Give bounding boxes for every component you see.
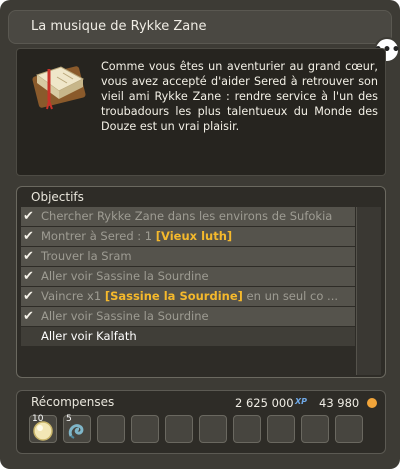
item-link[interactable]: [Vieux luth] [156,229,232,243]
reward-slot-empty[interactable] [131,415,159,443]
check-icon: ✔ [23,269,34,284]
quest-description-text: Comme vous êtes un aventurier au grand c… [101,60,378,133]
reward-slot[interactable]: 10 [29,414,57,443]
check-icon: ✔ [23,229,34,244]
objective-row[interactable]: ✔ Aller voir Sassine la Sourdine [21,267,355,286]
objectives-box: Objectifs ✔ Chercher Rykke Zane dans les… [16,186,386,378]
check-icon: ✔ [23,309,34,324]
check-icon: ✔ [23,249,34,264]
reward-slot-empty[interactable] [301,415,329,443]
title-bar: La musique de Rykke Zane [8,10,392,44]
reward-slot-empty[interactable] [233,415,261,443]
reward-slot-empty[interactable] [199,415,227,443]
reward-slot-empty[interactable] [97,415,125,443]
objectives-label: Objectifs [31,190,84,204]
reward-slot[interactable]: 5 [63,414,91,443]
reward-slot-empty[interactable] [165,415,193,443]
rewards-box: Récompenses 2 625 000 XP 43 980 10 5 [16,390,386,454]
objective-row[interactable]: ✔ Chercher Rykke Zane dans les environs … [21,207,355,226]
objective-row-current[interactable]: Aller voir Kalfath [21,327,355,346]
monster-link[interactable]: [Sassine la Sourdine] [105,289,243,303]
objective-row[interactable]: ✔ Vaincre x1 [Sassine la Sourdine] en un… [21,287,355,306]
quest-description-box: Comme vous êtes un aventurier au grand c… [16,48,386,176]
xp-icon: XP [295,397,308,406]
xp-value: 2 625 000 [235,396,294,410]
rewards-label: Récompenses [31,395,115,409]
reward-slot-empty[interactable] [267,415,295,443]
objectives-scrollbar[interactable] [356,207,381,375]
check-icon: ✔ [23,209,34,224]
quest-title: La musique de Rykke Zane [31,19,207,34]
objective-row[interactable]: ✔ Montrer à Sered : 1 [Vieux luth] [21,227,355,246]
kamas-value: 43 980 [319,396,360,410]
check-icon: ✔ [23,289,34,304]
reward-slot-empty[interactable] [335,415,363,443]
objective-row[interactable]: ✔ Aller voir Sassine la Sourdine [21,307,355,326]
kamas-icon [367,398,377,408]
objectives-list: ✔ Chercher Rykke Zane dans les environs … [21,207,355,347]
quest-panel: La musique de Rykke Zane ••• Comme vous … [0,0,400,469]
objective-row[interactable]: ✔ Trouver la Sram [21,247,355,266]
book-icon [32,66,86,110]
